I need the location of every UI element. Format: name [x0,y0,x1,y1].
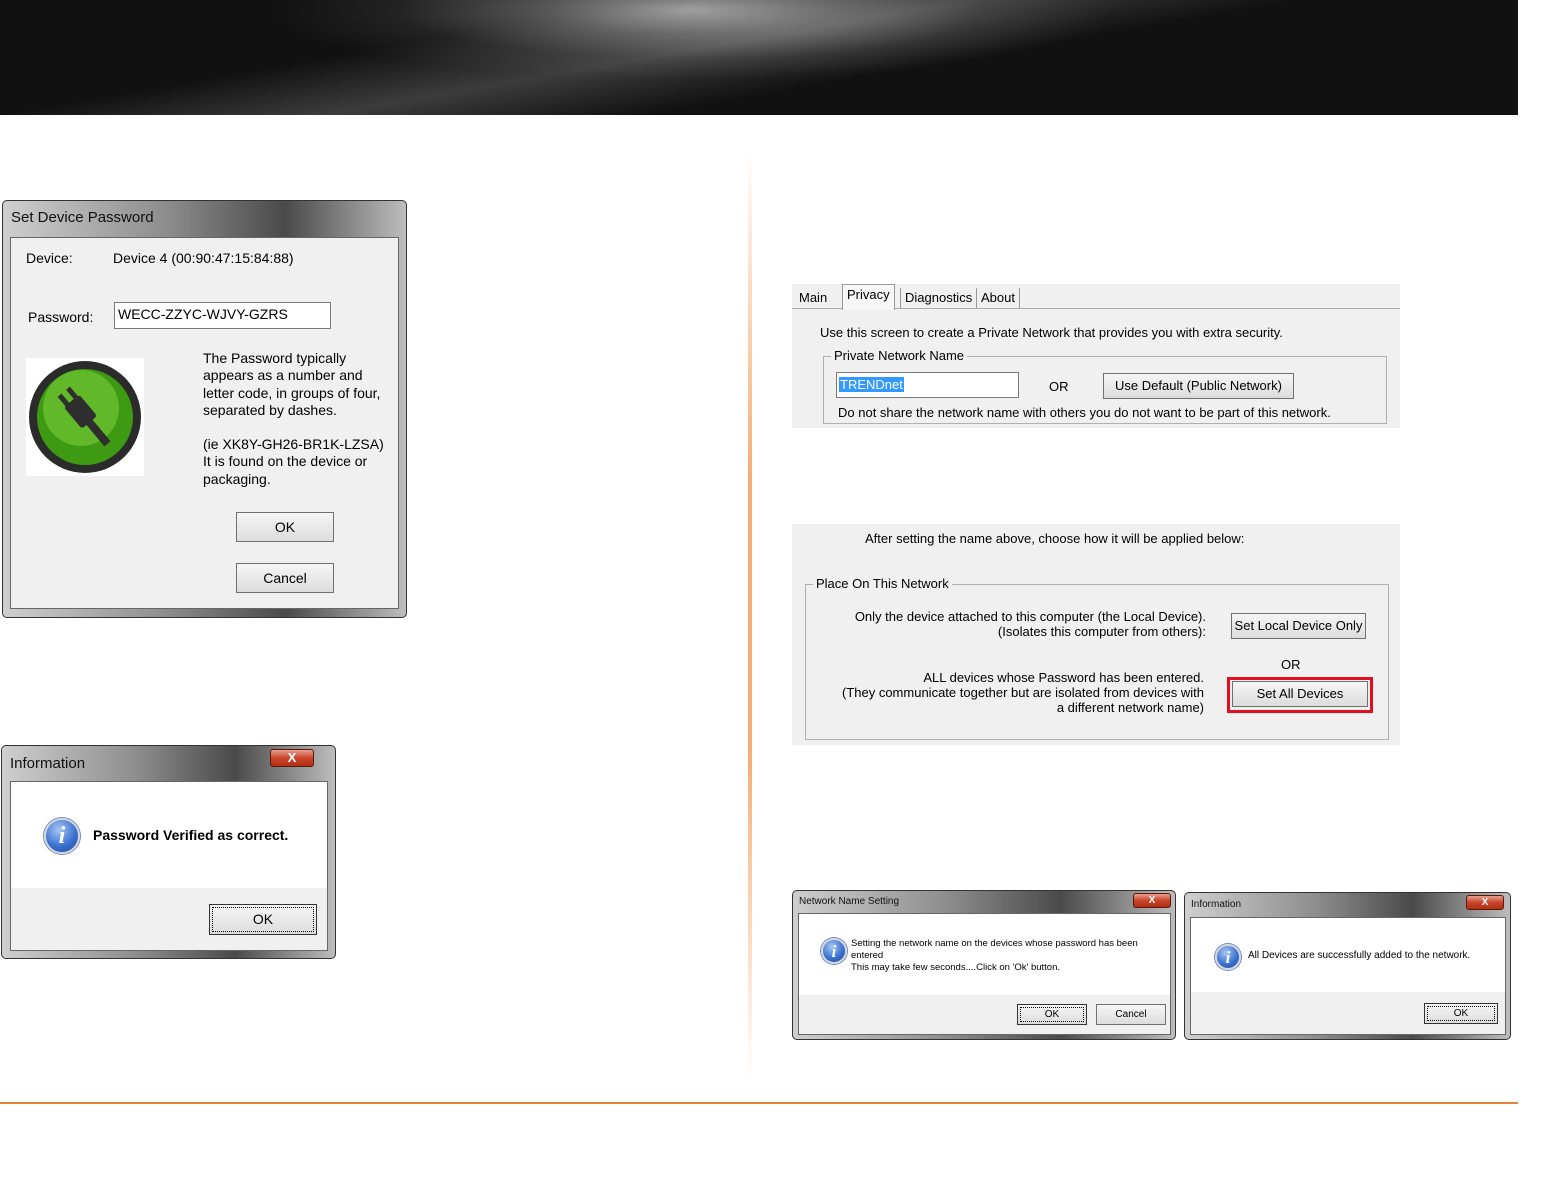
dialog-title: Information [10,755,86,772]
network-name-setting-dialog: Network Name Setting X i Setting the net… [792,890,1176,1040]
green-plug-icon [26,358,144,476]
privacy-panel: Main Privacy Diagnostics About Use this … [792,284,1400,428]
info-icon: i [821,938,847,964]
password-input[interactable]: WECC-ZZYC-WJVY-GZRS [114,302,331,329]
privacy-warning: Do not share the network name with other… [838,405,1331,420]
all-devices-description: ALL devices whose Password has been ente… [832,670,1204,715]
description-line: ALL devices whose Password has been ente… [923,670,1204,685]
close-button[interactable]: X [1466,895,1504,910]
dialog-title: Information [1191,899,1242,910]
cancel-button[interactable]: Cancel [236,563,334,593]
network-name-value: TRENDnet [839,377,904,392]
dialog-message: Setting the network name on the devices … [851,938,1138,974]
help-line: The Password typically [203,350,347,366]
dialog-button-area: OK [10,888,328,951]
dialog-message-area: i Setting the network name on the device… [798,913,1171,995]
dialog-title: Set Device Password [11,209,154,226]
tab-about[interactable]: About [977,288,1020,308]
ok-button[interactable]: OK [209,904,317,935]
local-device-description: Only the device attached to this compute… [852,609,1206,639]
password-label: Password: [28,309,94,325]
set-local-device-only-button[interactable]: Set Local Device Only [1231,613,1366,639]
group-title: Private Network Name [831,348,968,363]
cancel-button[interactable]: Cancel [1096,1004,1166,1025]
message-line: Setting the network name on the devices … [851,938,1138,949]
help-line: (ie XK8Y-GH26-BR1K-LZSA) [203,436,384,453]
help-line [203,419,384,436]
dialog-title: Network Name Setting [799,896,900,907]
help-line: letter code, in groups of four, [203,384,381,401]
tab-diagnostics[interactable]: Diagnostics [900,288,978,308]
dialog-button-area: OK [1190,992,1506,1035]
highlight-box [1227,677,1373,713]
device-label: Device: [26,250,73,266]
message-line: entered [851,950,884,961]
close-button[interactable]: X [1133,893,1171,908]
information-dialog-success: Information X i All Devices are successf… [1184,892,1511,1040]
info-icon: i [44,818,80,854]
apply-panel: After setting the name above, choose how… [792,524,1400,745]
tab-main[interactable]: Main [795,288,832,308]
message-line: This may take few seconds....Click on 'O… [851,962,1061,973]
help-line: packaging. [203,470,271,487]
description-line: (They communicate together but are isola… [841,685,1204,700]
ok-button[interactable]: OK [1017,1004,1087,1025]
footer-line [0,1102,1518,1104]
network-name-input[interactable]: TRENDnet [836,372,1019,398]
ok-button[interactable]: OK [236,512,334,542]
group-title: Place On This Network [813,576,952,591]
info-icon: i [1215,944,1241,970]
place-on-network-group: Place On This Network [805,576,1389,740]
help-line: separated by dashes. [203,401,337,418]
apply-intro: After setting the name above, choose how… [865,531,1245,546]
description-line: Only the device attached to this compute… [854,609,1206,624]
dialog-message-area: i All Devices are successfully added to … [1190,917,1506,992]
or-label: OR [1281,657,1301,672]
or-label: OR [1049,379,1069,394]
tab-privacy[interactable]: Privacy [842,284,895,310]
dialog-body: Device: Device 4 (00:90:47:15:84:88) Pas… [10,237,399,609]
information-dialog: Information X i Password Verified as cor… [1,745,336,959]
ok-button[interactable]: OK [1424,1003,1498,1024]
close-button[interactable]: X [270,749,314,767]
help-line: appears as a number and [203,367,363,384]
header-banner [0,0,1518,115]
description-line: (Isolates this computer from others): [997,624,1206,639]
banner-streak [0,0,1518,115]
device-value: Device 4 (00:90:47:15:84:88) [113,250,294,266]
password-help-text: The Password typically appears as a numb… [203,350,384,488]
privacy-intro: Use this screen to create a Private Netw… [820,325,1283,340]
column-divider [748,150,752,1080]
description-line: a different network name) [1056,700,1204,715]
use-default-button[interactable]: Use Default (Public Network) [1103,373,1294,399]
dialog-message: Password Verified as correct. [93,827,289,843]
set-device-password-dialog: Set Device Password Device: Device 4 (00… [2,200,407,618]
dialog-message-area: i Password Verified as correct. [10,781,328,888]
help-line: It is found on the device or [203,453,368,470]
dialog-button-area: OK Cancel [798,995,1171,1035]
dialog-message: All Devices are successfully added to th… [1248,950,1471,961]
